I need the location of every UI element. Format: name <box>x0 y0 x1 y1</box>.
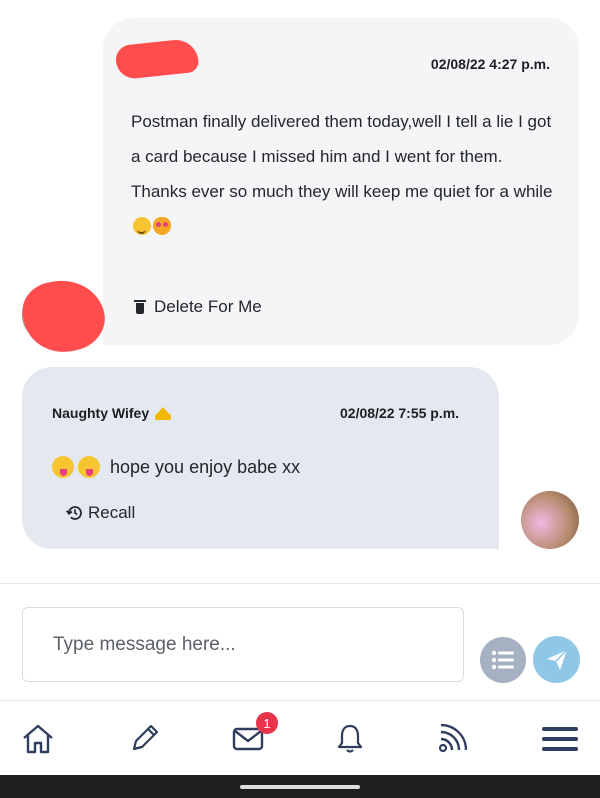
bell-icon <box>337 724 363 753</box>
message-text: Postman finally delivered them today,wel… <box>131 104 556 244</box>
list-icon <box>491 650 514 670</box>
message-line: Postman finally delivered them today,wel… <box>131 112 552 166</box>
user-avatar[interactable] <box>521 491 579 549</box>
message-text: hope you enjoy babe xx <box>52 456 300 478</box>
unread-count-badge: 1 <box>256 712 278 734</box>
cat-heart-eyes-icon <box>153 217 171 235</box>
history-icon <box>66 506 82 520</box>
delete-for-me-label: Delete For Me <box>154 297 262 316</box>
message-timestamp: 02/08/22 7:55 p.m. <box>340 405 460 421</box>
tongue-wink-face-icon <box>78 456 100 478</box>
message-line-2: Thanks ever so much they will keep me qu… <box>131 174 556 244</box>
trash-icon <box>134 300 146 314</box>
nav-compose[interactable] <box>124 719 164 759</box>
crown-icon <box>155 406 172 420</box>
message-input[interactable] <box>22 607 464 682</box>
divider <box>0 583 600 584</box>
bottom-nav <box>0 701 600 775</box>
send-button[interactable] <box>533 636 580 683</box>
home-icon <box>23 724 53 754</box>
recall-label: Recall <box>88 503 136 522</box>
hamburger-menu-icon <box>542 727 578 751</box>
pencil-icon <box>132 724 159 751</box>
sender-name: Naughty Wifey <box>52 405 172 421</box>
redacted-avatar <box>17 272 111 360</box>
send-icon <box>546 648 568 670</box>
message-timestamp: 02/08/22 4:27 p.m. <box>430 56 550 72</box>
recall-button[interactable]: Recall <box>66 503 135 523</box>
nav-notifications[interactable] <box>330 719 370 759</box>
delete-for-me-button[interactable]: Delete For Me <box>134 297 262 317</box>
rss-icon <box>438 724 467 753</box>
nav-home[interactable] <box>18 719 58 759</box>
winking-face-icon <box>133 217 151 235</box>
nav-menu[interactable] <box>540 719 580 759</box>
options-list-button[interactable] <box>480 637 526 683</box>
nav-feed[interactable] <box>432 719 472 759</box>
tongue-wink-face-icon <box>52 456 74 478</box>
home-gesture-handle[interactable] <box>240 785 360 789</box>
